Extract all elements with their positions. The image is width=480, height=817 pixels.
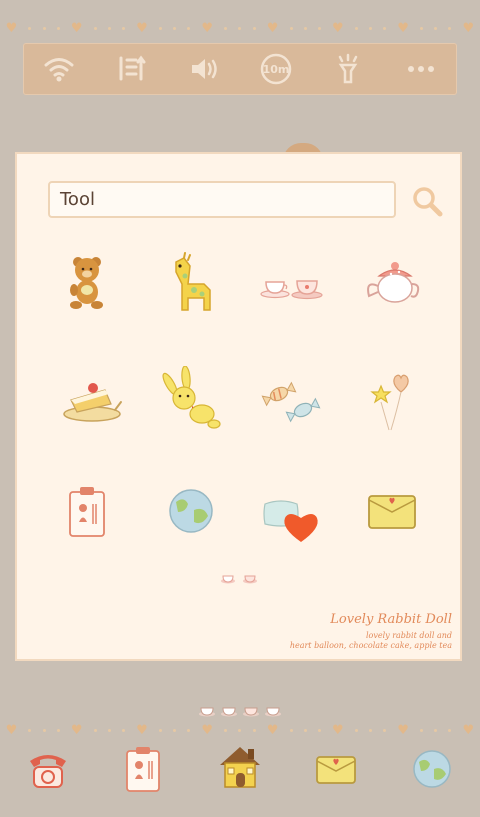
caption-line-1: lovely rabbit doll and <box>365 631 452 640</box>
candy-icon[interactable] <box>257 364 327 434</box>
giraffe-icon[interactable] <box>158 250 228 320</box>
rabbit-doll-icon[interactable] <box>158 365 228 436</box>
contacts-icon[interactable] <box>117 743 169 795</box>
flashlight-icon[interactable] <box>328 49 368 89</box>
phone-icon[interactable] <box>22 743 74 795</box>
top-heart-border: ♥ ♥ ♥ ♥ ♥ ♥ ♥ ♥ <box>5 20 475 36</box>
home-icon[interactable] <box>214 741 266 793</box>
browser-icon[interactable] <box>406 743 458 795</box>
contacts-card-icon[interactable] <box>52 478 122 548</box>
timeout-10m-icon[interactable]: 10m <box>256 49 296 89</box>
app-search-panel: Tool Lovely Rabbit Doll lovely rabbit do… <box>15 152 462 661</box>
home-page-indicator <box>198 705 282 717</box>
envelope-icon[interactable] <box>357 476 427 546</box>
panel-page-indicator <box>220 574 258 584</box>
wifi-icon[interactable] <box>39 49 79 89</box>
search-input-value: Tool <box>60 189 95 210</box>
pillow-heart-icon[interactable] <box>259 478 329 548</box>
tea-cups-icon[interactable] <box>256 250 326 320</box>
more-icon[interactable] <box>401 49 441 89</box>
dock-bar <box>0 735 480 805</box>
caption-line-2: heart balloon, chocolate cake, apple tea <box>289 641 452 650</box>
globe-icon[interactable] <box>156 476 226 546</box>
caption-title: Lovely Rabbit Doll <box>330 612 452 627</box>
balloons-icon[interactable] <box>357 364 427 434</box>
data-sync-icon[interactable] <box>111 49 151 89</box>
theme-caption: Lovely Rabbit Doll lovely rabbit doll an… <box>290 612 452 651</box>
volume-icon[interactable] <box>184 49 224 89</box>
svg-text:10m: 10m <box>263 63 290 76</box>
cake-icon[interactable] <box>57 364 127 434</box>
search-input[interactable]: Tool <box>48 181 396 218</box>
messages-icon[interactable] <box>310 743 362 795</box>
search-icon[interactable] <box>410 184 444 218</box>
teddy-bear-icon[interactable] <box>52 250 122 320</box>
teapot-icon[interactable] <box>357 250 427 320</box>
quick-settings-toolbar: 10m <box>23 43 457 95</box>
